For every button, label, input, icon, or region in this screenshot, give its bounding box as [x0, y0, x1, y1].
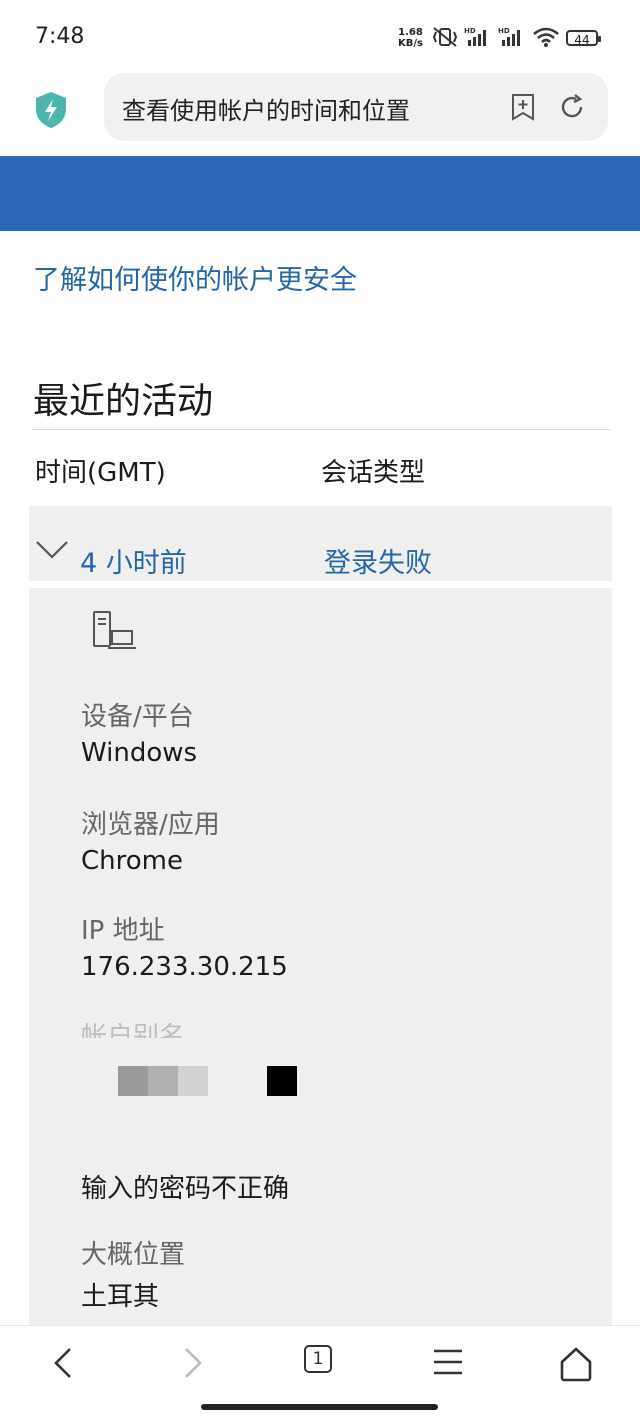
home-icon[interactable] [558, 1346, 594, 1382]
alias-label: 帐户别名 [81, 1022, 186, 1038]
shield-bolt-icon[interactable] [33, 90, 69, 130]
status-bar: 7:48 1.68 KB/s HD HD 44 [0, 0, 640, 78]
page-header-band [0, 156, 640, 231]
column-header-session-type: 会话类型 [321, 458, 426, 488]
menu-icon[interactable] [432, 1346, 464, 1378]
activity-row[interactable]: 4 小时前 登录失败 [29, 506, 612, 581]
status-time: 7:48 [35, 24, 85, 49]
url-field[interactable]: 查看使用帐户的时间和位置 [104, 73, 608, 141]
browser-address-bar: 查看使用帐户的时间和位置 [0, 72, 640, 156]
url-text[interactable]: 查看使用帐户的时间和位置 [122, 91, 410, 126]
redacted-pixel [118, 1066, 148, 1096]
svg-text:HD: HD [498, 27, 510, 35]
forward-icon[interactable] [178, 1346, 208, 1380]
status-icons: HD HD [432, 26, 560, 48]
redacted-pixel [148, 1066, 178, 1096]
network-rate: 1.68 KB/s [398, 27, 423, 49]
back-icon[interactable] [48, 1346, 78, 1380]
column-header-time: 时间(GMT) [35, 458, 166, 488]
chevron-down-icon[interactable] [35, 540, 69, 560]
gesture-home-bar[interactable] [201, 1404, 438, 1410]
vibrate-off-icon [432, 27, 458, 47]
signal-hd-1-icon: HD [464, 27, 486, 46]
location-value: 土耳其 [81, 1282, 160, 1312]
section-title: 最近的活动 [33, 381, 214, 422]
bookmark-add-icon[interactable] [510, 93, 536, 121]
result-value: 输入的密码不正确 [81, 1174, 290, 1204]
signal-hd-2-icon: HD [498, 27, 520, 46]
divider [32, 429, 610, 430]
redacted-pixel [178, 1066, 208, 1096]
browser-value: Chrome [81, 846, 183, 876]
browser-label: 浏览器/应用 [81, 810, 220, 840]
ip-label: IP 地址 [81, 916, 165, 946]
wifi-icon [533, 27, 559, 47]
svg-text:HD: HD [464, 27, 476, 35]
computer-icon [93, 611, 136, 649]
battery-icon: 44 [566, 30, 601, 47]
ip-value: 176.233.30.215 [81, 952, 288, 982]
tabs-icon[interactable]: 1 [304, 1345, 332, 1373]
learn-security-link[interactable]: 了解如何使你的帐户更安全 [33, 258, 357, 297]
location-label: 大概位置 [81, 1240, 186, 1270]
device-value: Windows [81, 738, 198, 768]
activity-details: 设备/平台 Windows 浏览器/应用 Chrome IP 地址 176.23… [29, 588, 612, 1328]
refresh-icon[interactable] [558, 93, 586, 121]
activity-time: 4 小时前 [80, 548, 187, 579]
redacted-pixel [267, 1066, 297, 1096]
activity-session-type: 登录失败 [324, 548, 432, 579]
device-label: 设备/平台 [81, 702, 194, 732]
